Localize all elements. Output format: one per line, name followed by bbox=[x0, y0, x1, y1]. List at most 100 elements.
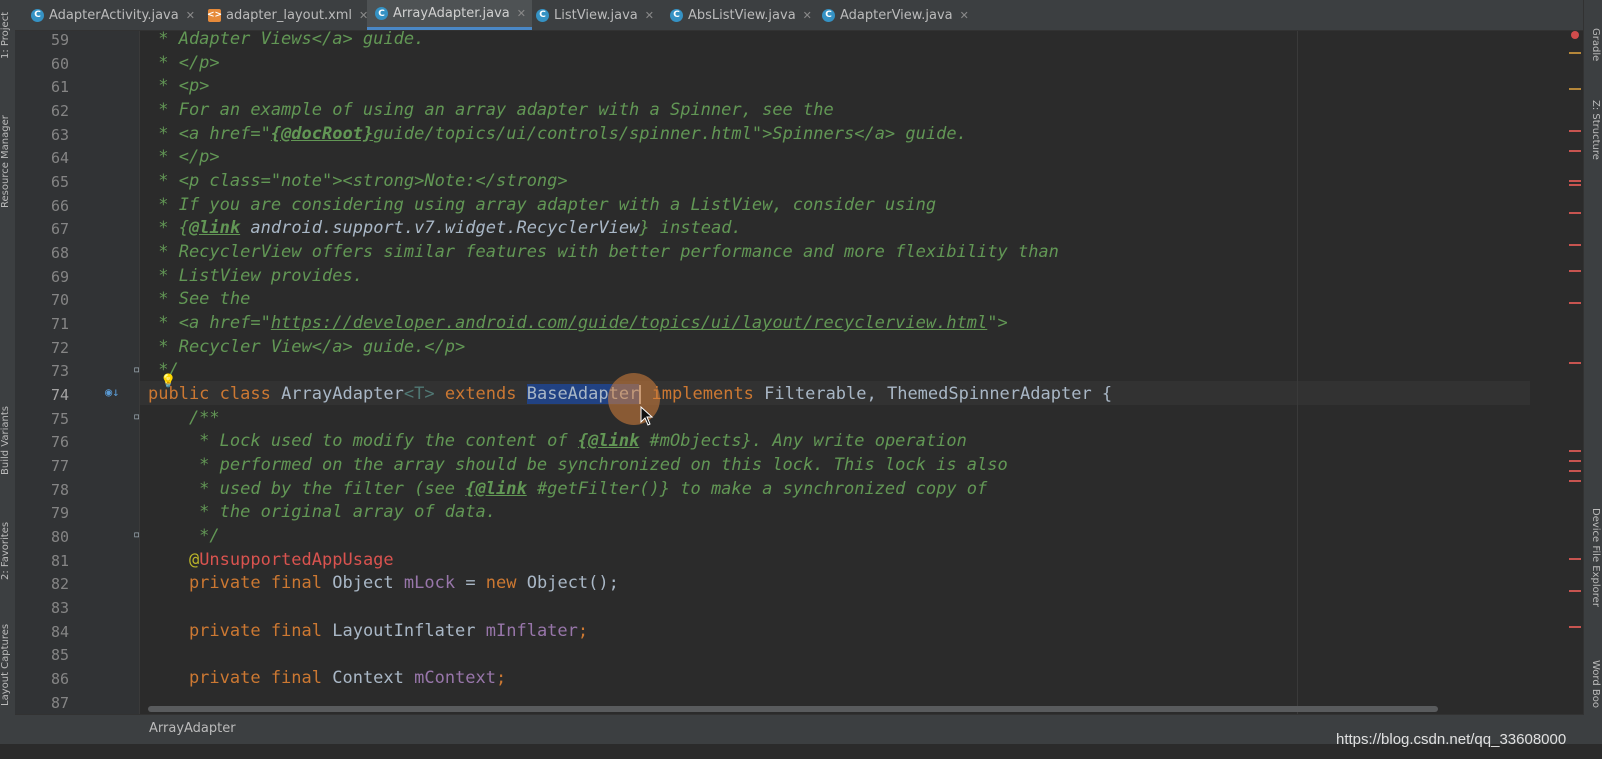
tab-array-adapter[interactable]: C ArrayAdapter.java ✕ bbox=[367, 0, 532, 30]
code-line: * Lock used to modify the content of {@l… bbox=[148, 429, 967, 453]
line-number: 60 bbox=[50, 55, 69, 73]
tool-structure[interactable]: Z: Structure bbox=[1586, 100, 1601, 170]
close-icon[interactable]: ✕ bbox=[645, 9, 654, 22]
doc-tag: {@docRoot} bbox=[270, 124, 374, 144]
tool-word-book[interactable]: Word Boo bbox=[1586, 660, 1601, 720]
tab-abs-list-view[interactable]: C AbsListView.java ✕ bbox=[662, 0, 818, 30]
doc-reference[interactable]: #mObjects} bbox=[639, 431, 752, 451]
error-indicator-icon[interactable] bbox=[1571, 31, 1579, 39]
breadcrumb[interactable]: ArrayAdapter bbox=[149, 721, 236, 736]
error-stripe[interactable] bbox=[1569, 460, 1581, 462]
doc-comment: * </p> bbox=[148, 53, 220, 73]
code-text: Filterable, ThemedSpinnerAdapter { bbox=[753, 384, 1113, 404]
tool-layout-captures[interactable]: Layout Captures bbox=[0, 622, 15, 708]
line-number: 63 bbox=[50, 126, 69, 144]
error-stripe[interactable] bbox=[1569, 362, 1581, 364]
code-line: private final LayoutInflater mInflater; bbox=[148, 619, 588, 643]
editor-tab-bar: C AdapterActivity.java ✕ <> adapter_layo… bbox=[15, 0, 1584, 31]
line-number-gutter: 59 60 61 62 63 64 65 66 67 68 69 70 71 7… bbox=[15, 31, 140, 714]
error-stripe[interactable] bbox=[1569, 480, 1581, 482]
code-line: private final Context mContext; bbox=[148, 666, 506, 690]
error-stripe[interactable] bbox=[1569, 302, 1581, 304]
code-line: * If you are considering using array ada… bbox=[148, 193, 936, 217]
tab-list-view[interactable]: C ListView.java ✕ bbox=[528, 0, 660, 30]
close-icon[interactable]: ✕ bbox=[803, 9, 812, 22]
tool-project[interactable]: 1: Project bbox=[0, 4, 15, 66]
tab-label: ListView.java bbox=[554, 7, 638, 23]
close-icon[interactable]: ✕ bbox=[960, 9, 969, 22]
error-stripe[interactable] bbox=[1569, 180, 1581, 182]
right-margin-guide bbox=[1297, 31, 1298, 714]
code-line: * used by the filter (see {@link #getFil… bbox=[148, 477, 987, 501]
doc-comment: * { bbox=[148, 218, 189, 238]
line-number: 81 bbox=[50, 552, 69, 570]
doc-comment: * <a href=" bbox=[148, 124, 271, 144]
warning-stripe[interactable] bbox=[1569, 52, 1581, 54]
error-stripe[interactable] bbox=[1569, 470, 1581, 472]
line-number: 67 bbox=[50, 220, 69, 238]
keyword: new bbox=[485, 573, 517, 593]
doc-comment: * See the bbox=[148, 289, 251, 309]
tool-favorites[interactable]: 2: Favorites bbox=[0, 518, 15, 584]
doc-comment: * <p class="note"><strong>Note:</strong> bbox=[148, 171, 568, 191]
close-icon[interactable]: ✕ bbox=[517, 7, 526, 20]
tab-adapter-layout[interactable]: <> adapter_layout.xml ✕ bbox=[200, 0, 374, 30]
keyword: private final bbox=[148, 668, 322, 688]
override-marker-icon[interactable]: ◉↓ bbox=[105, 385, 119, 399]
horizontal-scrollbar[interactable] bbox=[148, 706, 1438, 712]
code-line: * Adapter Views</a> guide. bbox=[148, 31, 424, 51]
line-number: 66 bbox=[50, 197, 69, 215]
line-number: 70 bbox=[50, 291, 69, 309]
type-name: Context bbox=[322, 668, 415, 688]
tab-adapter-view[interactable]: C AdapterView.java ✕ bbox=[814, 0, 975, 30]
xml-file-icon: <> bbox=[206, 8, 223, 22]
line-number: 83 bbox=[50, 599, 69, 617]
field-name: mLock bbox=[403, 573, 456, 593]
error-stripe[interactable] bbox=[1569, 270, 1581, 272]
tab-label: AbsListView.java bbox=[688, 7, 796, 23]
tool-gradle[interactable]: Gradle bbox=[1586, 28, 1601, 68]
tab-adapter-activity[interactable]: C AdapterActivity.java ✕ bbox=[23, 0, 201, 30]
doc-reference[interactable]: #getFilter()} bbox=[527, 479, 670, 499]
doc-comment: * used by the filter (see bbox=[148, 479, 466, 499]
class-file-icon: C bbox=[375, 7, 388, 20]
doc-comment: * For an example of using an array adapt… bbox=[148, 100, 834, 120]
doc-comment: * <p> bbox=[148, 76, 210, 96]
close-icon[interactable]: ✕ bbox=[186, 9, 195, 22]
doc-reference[interactable]: android.support.v7.widget.RecyclerView bbox=[240, 218, 639, 238]
error-stripe[interactable] bbox=[1569, 450, 1581, 452]
code-line: * <p> bbox=[148, 74, 209, 98]
error-stripe[interactable] bbox=[1569, 130, 1581, 132]
doc-tag: @link bbox=[188, 218, 241, 238]
field-name: mContext bbox=[414, 668, 497, 688]
error-stripe[interactable] bbox=[1569, 212, 1581, 214]
tool-build-variants[interactable]: Build Variants bbox=[0, 402, 15, 480]
error-stripe[interactable] bbox=[1569, 558, 1581, 560]
error-stripe[interactable] bbox=[1569, 244, 1581, 246]
tab-label: AdapterView.java bbox=[840, 7, 953, 23]
right-tool-strip: Gradle Z: Structure Device File Explorer… bbox=[1583, 0, 1602, 759]
error-stripe[interactable] bbox=[1569, 184, 1581, 186]
code-text: Object(); bbox=[516, 573, 619, 593]
error-stripe[interactable] bbox=[1569, 150, 1581, 152]
annotation-name: UnsupportedAppUsage bbox=[199, 550, 394, 570]
error-stripe[interactable] bbox=[1569, 590, 1581, 592]
line-number-current: 74 bbox=[50, 386, 69, 404]
tool-device-file-explorer[interactable]: Device File Explorer bbox=[1586, 508, 1601, 628]
doc-comment: * Adapter Views</a> guide. bbox=[148, 31, 425, 49]
line-number: 69 bbox=[50, 268, 69, 286]
doc-comment: "> bbox=[987, 313, 1008, 333]
lightbulb-icon[interactable]: 💡 bbox=[160, 374, 176, 389]
field-name: mInflater bbox=[485, 621, 578, 641]
class-name: ArrayAdapter bbox=[270, 384, 404, 404]
error-stripe[interactable] bbox=[1569, 626, 1581, 628]
tool-resource-manager[interactable]: Resource Manager bbox=[0, 112, 15, 212]
code-editor[interactable]: * Adapter Views</a> guide. * </p> * <p> … bbox=[140, 31, 1530, 714]
doc-comment: * </p> bbox=[148, 147, 220, 167]
doc-url-link[interactable]: https://developer.android.com/guide/topi… bbox=[271, 313, 987, 333]
line-number: 72 bbox=[50, 339, 69, 357]
warning-stripe[interactable] bbox=[1569, 88, 1581, 90]
class-file-icon: C bbox=[31, 8, 44, 22]
type-parameter: <T> bbox=[403, 384, 435, 404]
line-number: 84 bbox=[50, 623, 69, 641]
